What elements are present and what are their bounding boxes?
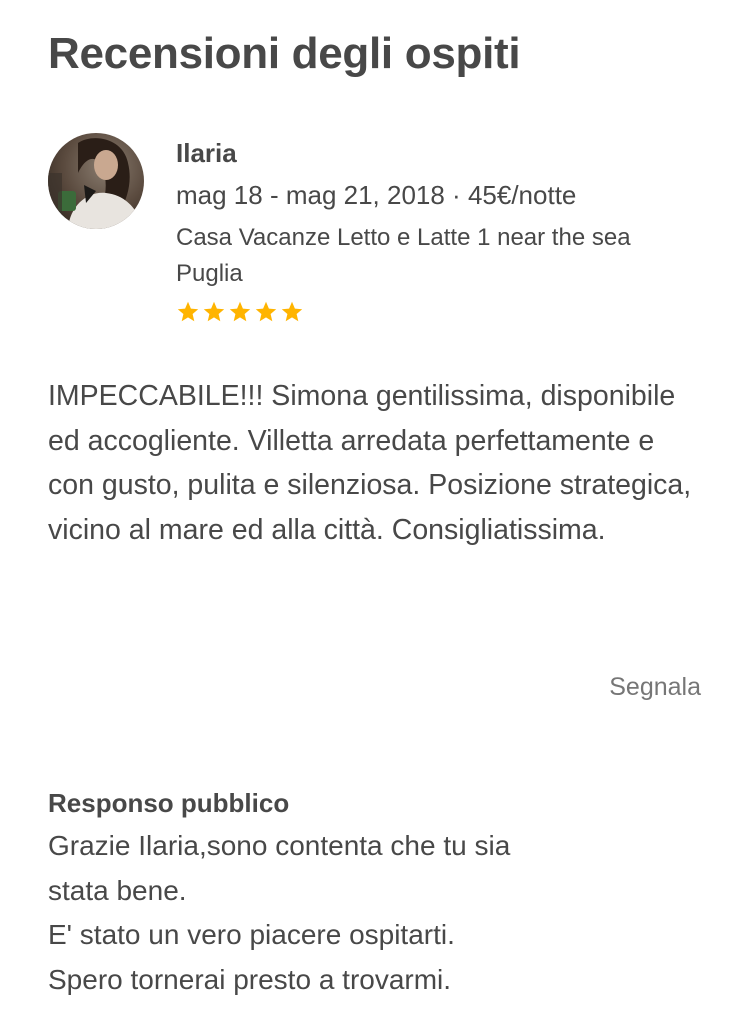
star-rating bbox=[176, 298, 696, 326]
report-button[interactable]: Segnala bbox=[609, 670, 701, 704]
star-icon bbox=[203, 301, 225, 322]
star-icon bbox=[281, 301, 303, 322]
reviewer-avatar[interactable] bbox=[48, 133, 144, 229]
star-icon bbox=[177, 301, 199, 322]
star-icon bbox=[229, 301, 251, 322]
public-response-text: Grazie Ilaria,sono contenta che tu sia s… bbox=[48, 830, 511, 995]
user-photo-icon bbox=[48, 133, 144, 229]
page-title: Recensioni degli ospiti bbox=[48, 29, 521, 78]
listing-name[interactable]: Casa Vacanze Letto e Latte 1 near the se… bbox=[176, 220, 676, 292]
star-icon bbox=[255, 301, 277, 322]
stay-dates-price: mag 18 - mag 21, 2018 · 45€/notte bbox=[176, 180, 577, 210]
reviewer-info: Ilaria mag 18 - mag 21, 2018 · 45€/notte… bbox=[176, 136, 696, 326]
public-response-title: Responso pubblico bbox=[48, 788, 290, 818]
reviews-page: Recensioni degli ospiti Ilaria mag 18 - … bbox=[0, 0, 747, 1022]
review-text: IMPECCABILE!!! Simona gentilissima, disp… bbox=[48, 380, 692, 546]
reviewer-name[interactable]: Ilaria bbox=[176, 136, 696, 170]
